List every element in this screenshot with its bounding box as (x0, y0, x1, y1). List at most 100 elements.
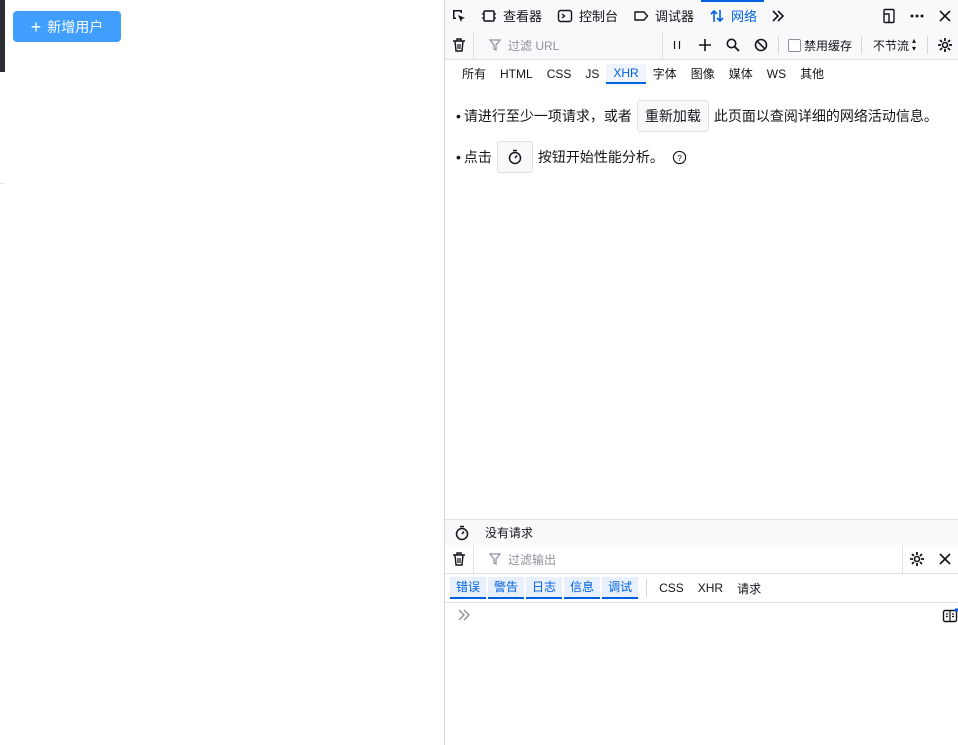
tab-network[interactable]: 网络 (701, 0, 765, 31)
more-tools-button[interactable] (764, 2, 792, 30)
type-filter-images[interactable]: 图像 (684, 64, 722, 84)
bullet: • (456, 149, 461, 165)
close-icon (936, 7, 954, 25)
devtools-panel: 查看器 控制台 调试器 网络 过滤 URL 禁用缓存 不节流 ▴ ▾ 所有 HT… (444, 0, 958, 745)
ellipsis-icon (908, 7, 926, 25)
block-icon (752, 36, 770, 54)
type-filter-html[interactable]: HTML (493, 64, 540, 84)
empty-line2-prefix: 点击 (463, 149, 492, 165)
tab-debugger[interactable]: 调试器 (625, 0, 701, 31)
book-icon (941, 607, 958, 625)
type-filter-other[interactable]: 其他 (793, 64, 831, 84)
gear-icon (908, 550, 926, 568)
search-icon (724, 36, 742, 54)
level-separator (646, 579, 648, 597)
network-statusbar: 没有请求 (445, 519, 958, 546)
throttle-select[interactable]: 不节流 ▴ ▾ (865, 37, 924, 54)
type-filter-media[interactable]: 媒体 (722, 64, 760, 84)
toolbar-separator (777, 36, 779, 54)
console-input-prompt[interactable] (455, 606, 473, 628)
type-filter-js[interactable]: JS (578, 64, 606, 84)
add-user-label: 新增用户 (47, 18, 104, 35)
console-icon (556, 7, 574, 25)
add-request-button[interactable] (691, 31, 719, 59)
request-type-filters: 所有 HTML CSS JS XHR 字体 图像 媒体 WS 其他 (445, 60, 958, 88)
network-icon (708, 7, 726, 25)
level-filter-warnings[interactable]: 警告 (488, 577, 525, 599)
level-filter-errors[interactable]: 错误 (450, 577, 487, 599)
element-picker-button[interactable] (445, 2, 473, 30)
page-edge (0, 0, 5, 72)
reload-button[interactable]: 重新加载 (636, 100, 709, 132)
devtools-tabbar: 查看器 控制台 调试器 网络 (445, 0, 958, 32)
filter-icon (486, 550, 504, 568)
url-filter-placeholder: 过滤 URL (508, 38, 560, 53)
settings-menu-button[interactable] (903, 2, 931, 30)
console-filter-placeholder: 过滤输出 (508, 552, 557, 567)
stopwatch-icon (506, 148, 524, 166)
network-empty-notice: • 请进行至少一项请求，或者 重新加载 此页面以查阅详细的网络活动信息。 • 点… (456, 100, 949, 182)
stopwatch-icon[interactable] (453, 524, 471, 542)
level-filter-debug[interactable]: 调试 (602, 577, 639, 599)
dock-toggle-button[interactable] (875, 2, 903, 30)
type-filter-all[interactable]: 所有 (455, 64, 493, 84)
bullet: • (456, 108, 461, 124)
console-level-filters: 错误 警告 日志 信息 调试 CSS XHR 请求 (445, 574, 958, 603)
disable-cache-checkbox[interactable]: 禁用缓存 (782, 37, 858, 54)
add-user-button[interactable]: + 新增用户 (13, 11, 121, 42)
toolbar-separator (927, 36, 928, 54)
start-performance-button[interactable] (496, 141, 533, 173)
trash-icon (450, 550, 468, 568)
level-filter-logs[interactable]: 日志 (526, 577, 563, 599)
tab-console[interactable]: 控制台 (549, 0, 625, 31)
empty-line1-suffix: 此页面以查阅详细的网络活动信息。 (713, 108, 938, 124)
page-divider (0, 183, 5, 184)
double-chevron-right-icon (455, 606, 473, 624)
level-filter-info[interactable]: 信息 (564, 577, 601, 599)
empty-line-performance: • 点击 按钮开始性能分析。 ? (456, 141, 949, 173)
checkbox-box[interactable] (787, 38, 801, 52)
network-toolbar: 过滤 URL 禁用缓存 不节流 ▴ ▾ (445, 31, 958, 60)
tab-inspector-label: 查看器 (503, 9, 543, 24)
pause-button[interactable] (663, 31, 691, 59)
disable-cache-label: 禁用缓存 (803, 38, 852, 53)
dock-side-icon (880, 7, 898, 25)
block-requests-button[interactable] (747, 31, 775, 59)
clear-console-button[interactable] (445, 545, 473, 573)
console-toolbar: 过滤输出 (445, 545, 958, 574)
type-filter-ws[interactable]: WS (760, 64, 793, 84)
close-devtools-button[interactable] (931, 2, 958, 30)
type-filter-css[interactable]: CSS (540, 64, 579, 84)
filter-icon (486, 36, 504, 54)
empty-line-reload: • 请进行至少一项请求，或者 重新加载 此页面以查阅详细的网络活动信息。 (456, 100, 949, 132)
page-area: + 新增用户 (0, 0, 444, 745)
clear-network-button[interactable] (445, 31, 473, 59)
svg-text:?: ? (677, 152, 682, 162)
double-chevron-right-icon (769, 7, 787, 25)
close-split-console-button[interactable] (931, 545, 958, 573)
updown-chevron-icon: ▴ ▾ (911, 36, 916, 53)
help-icon[interactable]: ? (672, 150, 687, 165)
tab-debugger-label: 调试器 (655, 9, 695, 24)
close-icon (936, 550, 954, 568)
type-filter-fonts[interactable]: 字体 (646, 64, 684, 84)
type-filter-xhr[interactable]: XHR (606, 64, 646, 84)
request-count-status: 没有请求 (485, 526, 534, 540)
url-filter-input[interactable]: 过滤 URL (473, 31, 663, 59)
level-filter-xhr[interactable]: XHR (692, 581, 729, 595)
plus-icon (696, 36, 714, 54)
console-settings-button[interactable] (903, 545, 931, 573)
network-settings-button[interactable] (931, 31, 958, 59)
console-filter-input[interactable]: 过滤输出 (473, 545, 903, 573)
tab-inspector[interactable]: 查看器 (473, 0, 549, 31)
editor-mode-toggle[interactable] (941, 607, 958, 625)
level-filter-css[interactable]: CSS (653, 581, 690, 595)
tab-console-label: 控制台 (579, 9, 619, 24)
tab-network-label: 网络 (731, 9, 758, 24)
level-filter-requests[interactable]: 请求 (731, 580, 767, 597)
empty-line2-suffix: 按钮开始性能分析。 (537, 149, 664, 165)
search-button[interactable] (719, 31, 747, 59)
trash-icon (450, 36, 468, 54)
inspector-icon (480, 7, 498, 25)
gear-icon (936, 36, 954, 54)
